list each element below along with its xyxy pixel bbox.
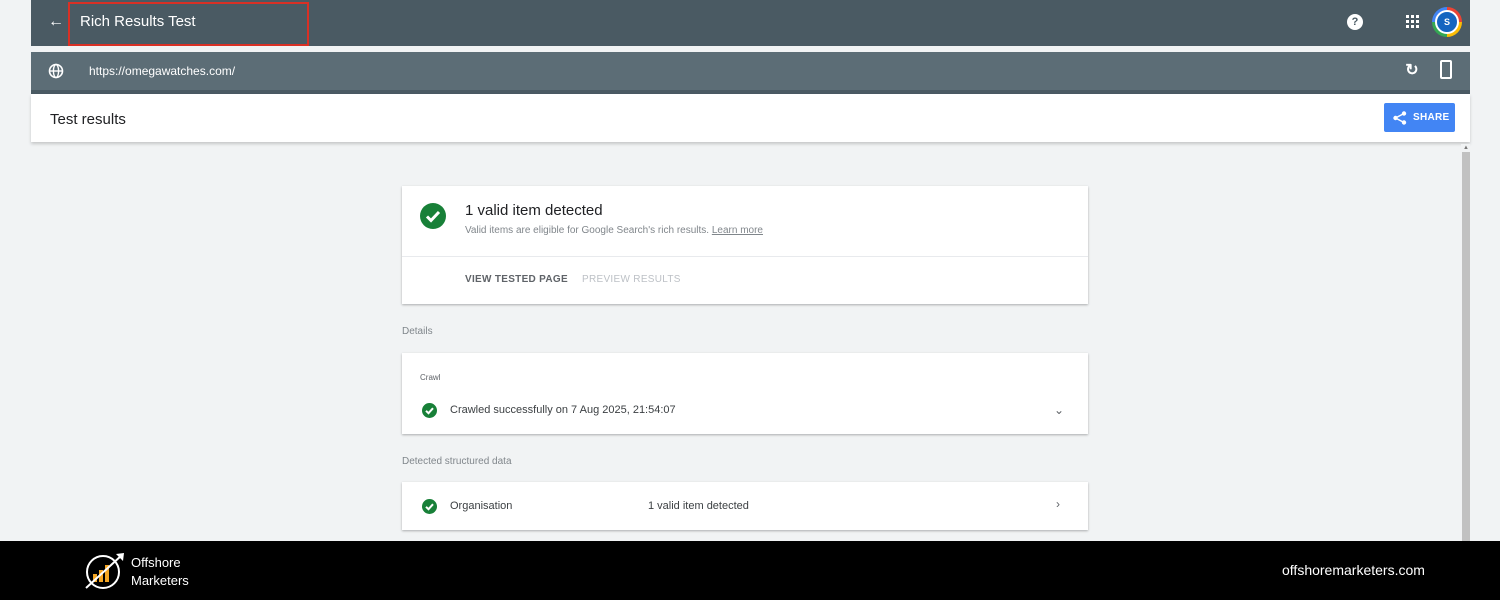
crawl-status: Crawled successfully on 7 Aug 2025, 21:5… [450,404,676,416]
footer-website: offshoremarketers.com [1282,562,1425,578]
scroll-up-arrow-icon[interactable]: ▲ [1462,144,1470,152]
avatar[interactable]: S [1435,10,1459,34]
learn-more-link[interactable]: Learn more [712,225,763,236]
refresh-icon[interactable]: ↻ [1403,62,1421,80]
globe-icon [48,63,64,79]
url-bar: https://omegawatches.com/ ↻ [31,52,1470,90]
organisation-row[interactable]: Organisation 1 valid item detected › [402,482,1088,530]
app-bar: ← Rich Results Test ? S [31,0,1470,46]
back-arrow-icon[interactable]: ← [48,11,68,33]
brand-name-line2: Marketers [131,573,189,588]
divider [402,256,1088,257]
organisation-check-icon [422,499,437,514]
crawl-card[interactable]: Crawl Crawled successfully on 7 Aug 2025… [402,353,1088,434]
tested-url[interactable]: https://omegawatches.com/ [89,64,235,78]
offshore-marketers-logo-icon [85,553,124,589]
organisation-status: 1 valid item detected [648,500,749,512]
share-icon [1393,111,1407,125]
summary-title: 1 valid item detected [465,202,603,219]
view-tested-page-button[interactable]: VIEW TESTED PAGE [465,274,568,285]
apps-grid-icon[interactable] [1406,15,1420,29]
brand-name-line1: Offshore [131,555,181,570]
structured-data-label: Detected structured data [402,456,512,467]
chevron-down-icon[interactable]: ⌄ [1054,403,1064,417]
help-icon[interactable]: ? [1347,14,1363,30]
chevron-right-icon[interactable]: › [1056,497,1060,511]
valid-check-icon [420,203,446,229]
share-button[interactable]: SHARE [1384,103,1455,132]
details-label: Details [402,326,433,337]
summary-card: 1 valid item detected Valid items are el… [402,186,1088,304]
crawl-check-icon [422,403,437,418]
page-title: Test results [50,111,126,128]
footer-banner: Offshore Marketers offshoremarketers.com [0,541,1500,600]
app-title: Rich Results Test [80,13,196,30]
crawl-label: Crawl [420,373,441,382]
scrollbar-thumb[interactable] [1462,152,1470,541]
preview-results-button[interactable]: PREVIEW RESULTS [582,274,681,285]
organisation-name: Organisation [450,500,513,512]
mobile-device-icon[interactable] [1440,60,1452,79]
results-header: Test results SHARE [31,94,1470,142]
summary-subtitle: Valid items are eligible for Google Sear… [465,225,763,236]
share-label: SHARE [1413,112,1450,123]
